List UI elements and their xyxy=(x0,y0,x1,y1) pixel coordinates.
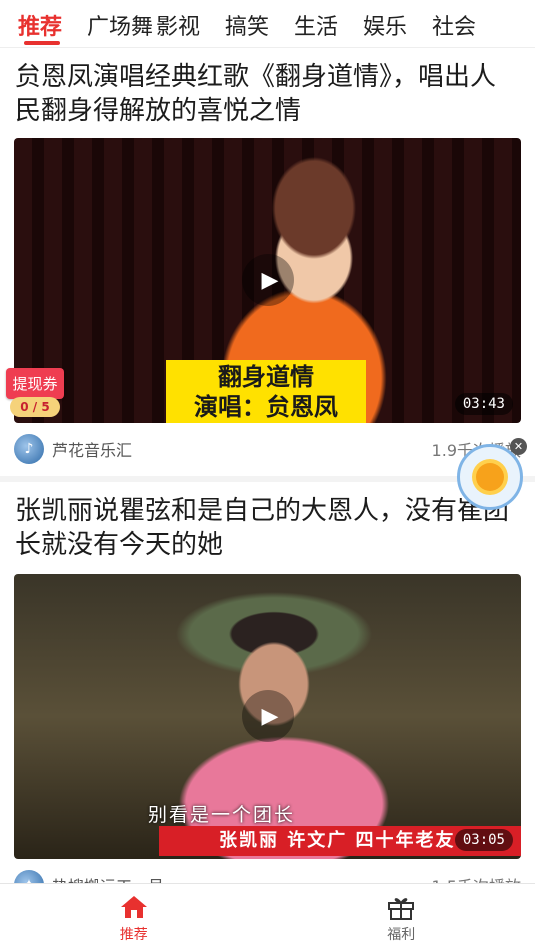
view-count: 1.5千次播放 xyxy=(432,873,521,883)
author-avatar[interactable]: ✦ xyxy=(14,870,44,883)
tab-entertainment[interactable]: 娱乐 xyxy=(363,7,432,41)
nav-welfare[interactable]: 福利 xyxy=(268,884,535,951)
video-thumbnail[interactable]: 别看是一个团长 张凯丽 许文广 四十年老友 ▶ 03:05 xyxy=(14,574,521,859)
nav-recommend[interactable]: 推荐 xyxy=(0,884,268,951)
author-avatar[interactable]: ♪ xyxy=(14,434,44,464)
video-title[interactable]: 贠恩凤演唱经典红歌《翻身道情》，唱出人民翻身得解放的喜悦之情 xyxy=(15,60,520,128)
thumbnail-caption: 翻身道情 演唱：贠恩凤 xyxy=(166,360,366,423)
author-name[interactable]: 热搜搬运工一号 xyxy=(52,873,164,883)
voucher-progress: 0 / 5 xyxy=(10,397,60,417)
tab-society[interactable]: 社会 xyxy=(432,7,501,41)
thumbnail-subtitle: 别看是一个团长 xyxy=(148,804,296,826)
category-tab-bar: 推荐 广场舞 影视 搞笑 生活 娱乐 社会 xyxy=(0,0,535,48)
video-title[interactable]: 张凯丽说瞿弦和是自己的大恩人，没有崔团长就没有今天的她 xyxy=(15,494,520,562)
video-duration: 03:05 xyxy=(454,829,513,851)
tab-square-dance[interactable]: 广场舞 xyxy=(87,7,156,41)
play-icon[interactable]: ▶ xyxy=(242,690,294,742)
video-feed: 贠恩凤演唱经典红歌《翻身道情》，唱出人民翻身得解放的喜悦之情 翻身道情 演唱：贠… xyxy=(0,48,535,883)
nav-label: 推荐 xyxy=(119,927,148,943)
play-icon[interactable]: ▶ xyxy=(242,254,294,306)
weather-bubble[interactable] xyxy=(457,444,523,510)
nav-label: 福利 xyxy=(387,927,416,943)
close-icon[interactable]: ✕ xyxy=(510,438,527,455)
sun-icon xyxy=(476,463,504,491)
video-meta: ✦ 热搜搬运工一号 1.5千次播放 xyxy=(14,870,521,883)
video-meta: ♪ 芦花音乐汇 1.9千次播放 xyxy=(14,434,521,464)
voucher-label: 提现券 xyxy=(6,368,64,399)
video-duration: 03:43 xyxy=(454,393,513,415)
tab-life[interactable]: 生活 xyxy=(294,7,363,41)
bottom-nav: 推荐 福利 xyxy=(0,883,535,951)
author-name[interactable]: 芦花音乐汇 xyxy=(52,437,132,461)
gift-icon xyxy=(388,898,415,920)
video-thumbnail[interactable]: 翻身道情 演唱：贠恩凤 ▶ 03:43 xyxy=(14,138,521,423)
withdraw-voucher-widget[interactable]: 提现券 0 / 5 xyxy=(6,368,64,417)
divider xyxy=(0,476,535,482)
tab-film[interactable]: 影视 xyxy=(156,7,225,41)
tab-funny[interactable]: 搞笑 xyxy=(225,7,294,41)
tab-recommend[interactable]: 推荐 xyxy=(18,7,87,45)
home-icon xyxy=(120,896,147,918)
